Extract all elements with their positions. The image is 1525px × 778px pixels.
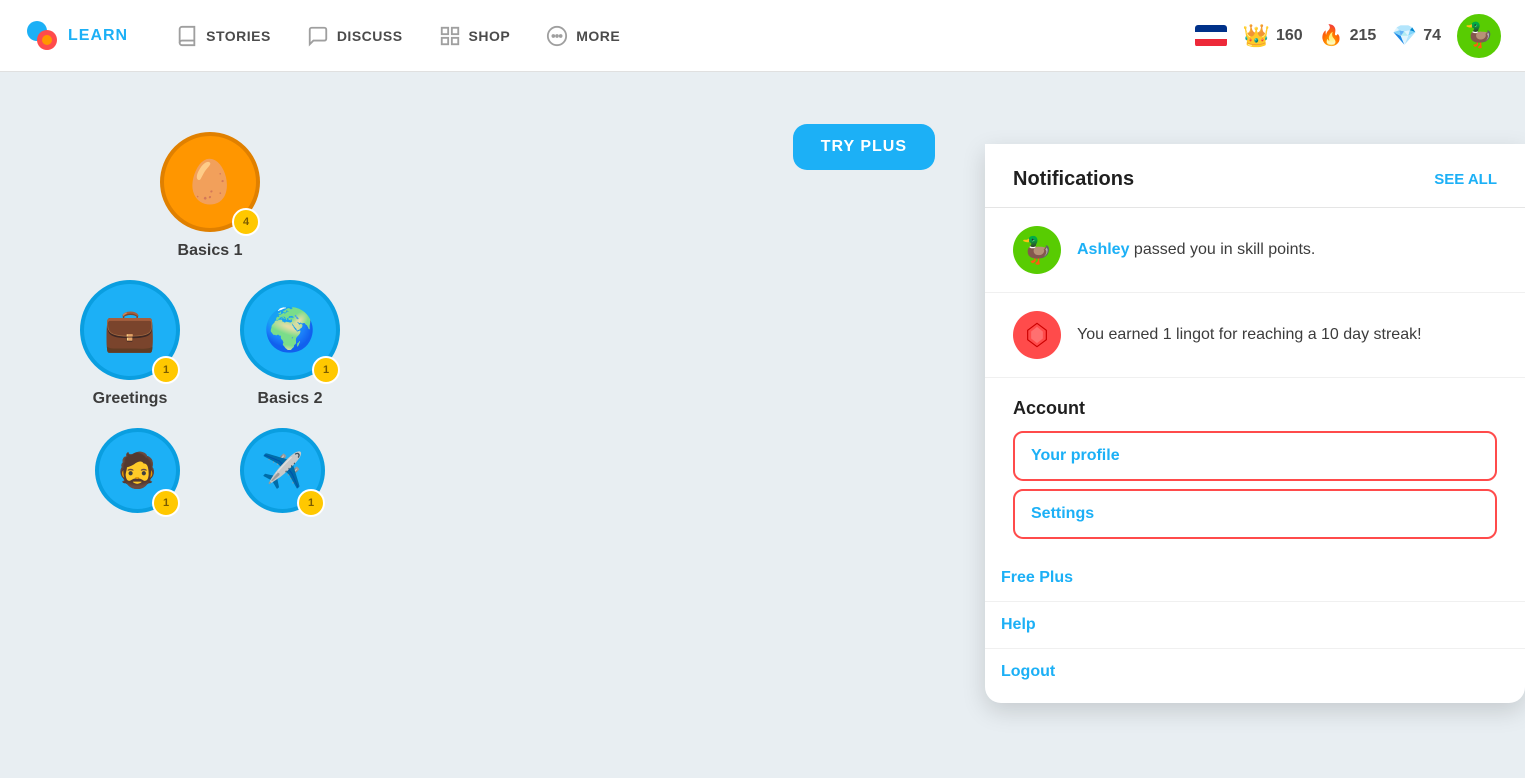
- travel-crown: 1: [297, 489, 325, 517]
- ashley-avatar-emoji: 🦆: [1021, 235, 1053, 266]
- skill-row-2: 💼 1 Greetings 🌍 1 Basics 2: [80, 280, 340, 408]
- avatar-button[interactable]: 🦆: [1457, 14, 1501, 58]
- nav-item-stories[interactable]: STORIES: [160, 15, 287, 57]
- skill-travel[interactable]: ✈️ 1: [240, 428, 325, 513]
- travel-emoji: ✈️: [261, 451, 303, 491]
- basics1-circle: 🥚 4: [160, 132, 260, 232]
- account-section: Account Your profile Settings: [985, 378, 1525, 555]
- flame-icon: 🔥: [1319, 23, 1344, 48]
- crown-icon: 👑: [1243, 23, 1270, 49]
- greetings-emoji: 💼: [104, 306, 156, 355]
- basics2-circle: 🌍 1: [240, 280, 340, 380]
- notifications-title: Notifications: [1013, 168, 1134, 191]
- flame-count: 215: [1350, 27, 1377, 45]
- skill-basics2[interactable]: 🌍 1 Basics 2: [240, 280, 340, 408]
- skill-row-1: 🥚 4 Basics 1: [160, 132, 260, 260]
- logout-link[interactable]: Logout: [985, 649, 1525, 695]
- greetings-crown: 1: [152, 356, 180, 384]
- basics1-emoji: 🥚: [184, 158, 236, 207]
- phrases-emoji: 🧔: [116, 451, 158, 491]
- travel-circle: ✈️ 1: [240, 428, 325, 513]
- notif-text-lingot: You earned 1 lingot for reaching a 10 da…: [1077, 324, 1422, 346]
- notification-ashley: 🦆 Ashley passed you in skill points.: [985, 208, 1525, 293]
- your-profile-link[interactable]: Your profile: [1013, 431, 1497, 481]
- nav-item-discuss[interactable]: DISCUSS: [291, 15, 419, 57]
- streak-count: 160: [1276, 27, 1303, 45]
- stories-label: STORIES: [206, 28, 271, 44]
- nav-item-more[interactable]: MORE: [530, 15, 636, 57]
- basics2-emoji: 🌍: [264, 306, 316, 355]
- logo-text: LEARN: [68, 27, 128, 45]
- basics1-label: Basics 1: [178, 242, 243, 260]
- basics2-crown: 1: [312, 356, 340, 384]
- french-flag-icon: [1195, 25, 1227, 47]
- basics1-crown: 4: [232, 208, 260, 236]
- settings-link[interactable]: Settings: [1013, 489, 1497, 539]
- ashley-username: Ashley: [1077, 241, 1129, 258]
- gem-stat[interactable]: 💎 74: [1392, 23, 1441, 48]
- flame-stat[interactable]: 🔥 215: [1319, 23, 1377, 48]
- gem-icon: 💎: [1392, 23, 1417, 48]
- lingot-icon: [1013, 311, 1061, 359]
- skill-greetings[interactable]: 💼 1 Greetings: [80, 280, 180, 408]
- logo[interactable]: LEARN: [24, 18, 128, 54]
- see-all-link[interactable]: SEE ALL: [1434, 171, 1497, 188]
- greetings-label: Greetings: [93, 390, 168, 408]
- notification-lingot: You earned 1 lingot for reaching a 10 da…: [985, 293, 1525, 378]
- discuss-label: DISCUSS: [337, 28, 403, 44]
- notif-text-ashley: Ashley passed you in skill points.: [1077, 239, 1315, 261]
- chat-icon: [307, 25, 329, 47]
- basics2-label: Basics 2: [258, 390, 323, 408]
- try-plus-button[interactable]: TRY PLUS: [793, 124, 935, 170]
- lingot-gem-icon: [1023, 321, 1051, 349]
- gem-count: 74: [1423, 27, 1441, 45]
- free-plus-link[interactable]: Free Plus: [985, 555, 1525, 602]
- phrases-crown: 1: [152, 489, 180, 517]
- shop-label: SHOP: [469, 28, 511, 44]
- dropdown-header: Notifications SEE ALL: [985, 144, 1525, 208]
- more-label: MORE: [576, 28, 620, 44]
- main-content: TRY PLUS 🥚 4 Basics 1 💼 1 Greetings: [0, 72, 1525, 778]
- flag-stat[interactable]: [1195, 25, 1227, 47]
- skills-area: 🥚 4 Basics 1 💼 1 Greetings 🌍 1 Bas: [80, 132, 340, 513]
- skill-row-3: 🧔 1 ✈️ 1: [95, 428, 325, 513]
- ashley-text: passed you in skill points.: [1134, 241, 1315, 258]
- nav-items: STORIES DISCUSS SHOP: [160, 15, 1194, 57]
- nav-right: 👑 160 🔥 215 💎 74 🦆: [1195, 14, 1501, 58]
- duo-logo-icon: [24, 18, 60, 54]
- navbar: LEARN STORIES DISCUSS SHOP: [0, 0, 1525, 72]
- account-title: Account: [1013, 398, 1497, 419]
- shop-icon: [439, 25, 461, 47]
- help-link[interactable]: Help: [985, 602, 1525, 649]
- nav-item-shop[interactable]: SHOP: [423, 15, 527, 57]
- dropdown-menu: Notifications SEE ALL 🦆 Ashley passed yo…: [985, 144, 1525, 703]
- skill-phrases[interactable]: 🧔 1: [95, 428, 180, 513]
- avatar-emoji: 🦆: [1464, 21, 1494, 50]
- more-icon: [546, 25, 568, 47]
- crown-stat[interactable]: 👑 160: [1243, 23, 1303, 49]
- ashley-avatar: 🦆: [1013, 226, 1061, 274]
- phrases-circle: 🧔 1: [95, 428, 180, 513]
- skill-basics1[interactable]: 🥚 4 Basics 1: [160, 132, 260, 260]
- lingot-text: You earned 1 lingot for reaching a 10 da…: [1077, 326, 1422, 343]
- book-icon: [176, 25, 198, 47]
- greetings-circle: 💼 1: [80, 280, 180, 380]
